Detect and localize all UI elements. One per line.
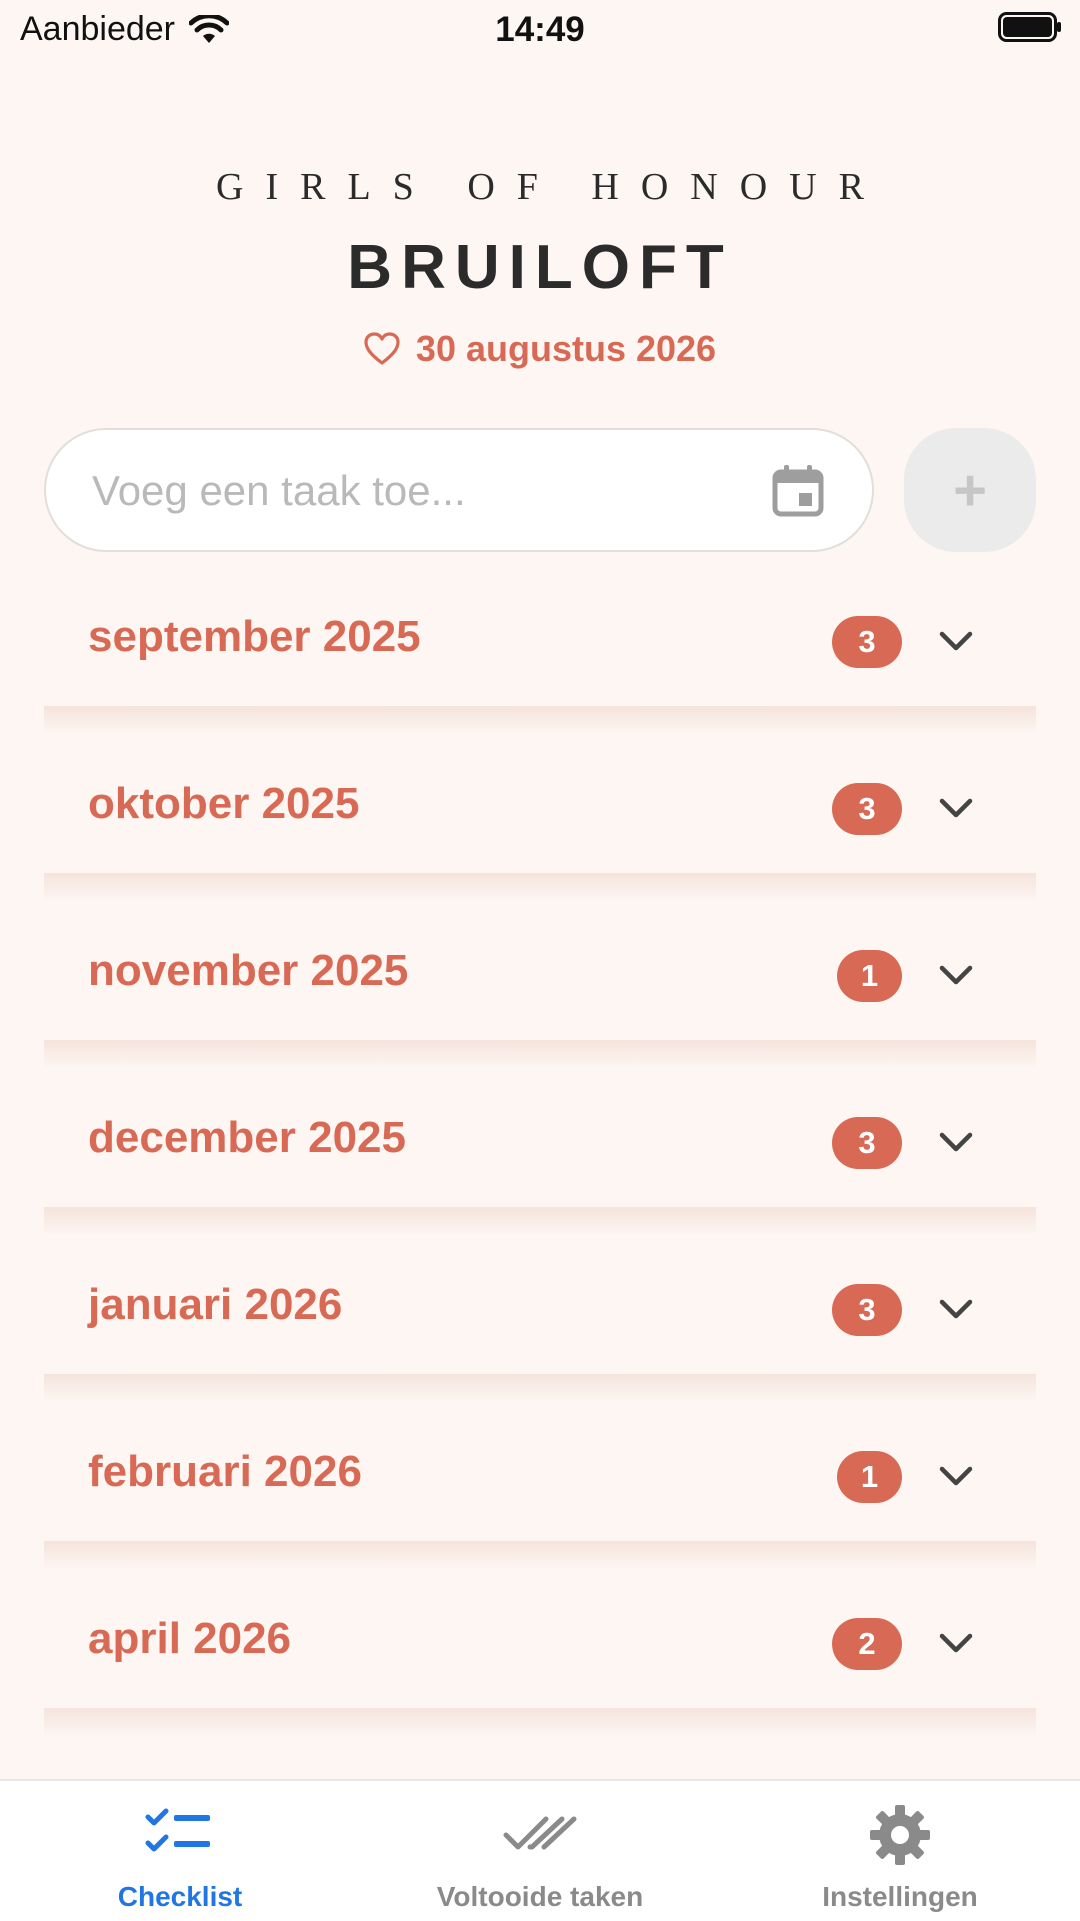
section-divider bbox=[44, 706, 1036, 734]
tab-completed-tasks[interactable]: Voltooide taken bbox=[360, 1781, 720, 1921]
month-label: februari 2026 bbox=[88, 1447, 362, 1496]
month-section: november 2025 1 bbox=[44, 910, 1036, 1077]
task-count-badge: 1 bbox=[837, 1451, 902, 1503]
month-section: september 2025 3 bbox=[44, 576, 1036, 743]
tab-bar: Checklist Voltooide taken Instellingen bbox=[0, 1779, 1080, 1921]
status-bar: Aanbieder 14:49 bbox=[0, 0, 1080, 60]
chevron-down-icon bbox=[939, 631, 973, 651]
month-label: oktober 2025 bbox=[88, 779, 360, 828]
plus-icon: + bbox=[953, 457, 987, 523]
status-time: 14:49 bbox=[495, 10, 585, 49]
month-label: november 2025 bbox=[88, 946, 409, 995]
month-section: januari 2026 3 bbox=[44, 1244, 1036, 1411]
section-divider bbox=[44, 1541, 1036, 1569]
chevron-down-icon bbox=[939, 965, 973, 985]
section-divider bbox=[44, 1040, 1036, 1068]
section-divider bbox=[44, 1708, 1036, 1736]
task-count-badge: 2 bbox=[832, 1618, 902, 1670]
month-header[interactable]: april 2026 2 bbox=[44, 1578, 1036, 1708]
task-count-badge: 3 bbox=[832, 1284, 902, 1336]
month-header[interactable]: oktober 2025 3 bbox=[44, 743, 1036, 873]
chevron-down-icon bbox=[939, 1633, 973, 1653]
tab-checklist[interactable]: Checklist bbox=[0, 1781, 360, 1921]
month-list: september 2025 3 oktober 2025 3 november… bbox=[44, 576, 1036, 1745]
month-label: december 2025 bbox=[88, 1113, 406, 1162]
month-label: april 2026 bbox=[88, 1614, 292, 1663]
tab-label: Instellingen bbox=[822, 1881, 978, 1912]
month-section: februari 2026 1 bbox=[44, 1411, 1036, 1578]
wedding-date: 30 augustus 2026 bbox=[415, 328, 717, 369]
month-section: april 2026 2 bbox=[44, 1578, 1036, 1745]
tab-settings[interactable]: Instellingen bbox=[720, 1781, 1080, 1921]
tab-label: Checklist bbox=[117, 1881, 243, 1912]
calendar-icon[interactable] bbox=[770, 462, 826, 518]
month-header[interactable]: september 2025 3 bbox=[44, 576, 1036, 706]
month-label: januari 2026 bbox=[88, 1280, 343, 1329]
chevron-down-icon bbox=[939, 1466, 973, 1486]
month-section: oktober 2025 3 bbox=[44, 743, 1036, 910]
chevron-down-icon bbox=[939, 1299, 973, 1319]
month-section: december 2025 3 bbox=[44, 1077, 1036, 1244]
add-task-button[interactable]: + bbox=[904, 428, 1036, 552]
tab-label: Voltooide taken bbox=[436, 1881, 644, 1912]
battery-icon bbox=[998, 12, 1061, 42]
wedding-date-row: 30 augustus 2026 bbox=[0, 328, 1080, 370]
month-label: september 2025 bbox=[88, 612, 421, 661]
gear-icon bbox=[870, 1805, 930, 1865]
heart-icon bbox=[364, 332, 400, 365]
brand-name: GIRLS OF HONOUR bbox=[216, 166, 886, 208]
section-divider bbox=[44, 873, 1036, 901]
task-count-badge: 3 bbox=[832, 783, 902, 835]
month-header[interactable]: februari 2026 1 bbox=[44, 1411, 1036, 1541]
task-input[interactable] bbox=[90, 430, 774, 552]
month-header[interactable]: november 2025 1 bbox=[44, 910, 1036, 1040]
task-count-badge: 3 bbox=[832, 616, 902, 668]
chevron-down-icon bbox=[939, 1132, 973, 1152]
task-count-badge: 3 bbox=[832, 1117, 902, 1169]
checklist-icon bbox=[145, 1808, 210, 1852]
section-divider bbox=[44, 1374, 1036, 1402]
task-count-badge: 1 bbox=[837, 950, 902, 1002]
month-header[interactable]: december 2025 3 bbox=[44, 1077, 1036, 1207]
page-title: BRUILOFT bbox=[347, 233, 733, 302]
chevron-down-icon bbox=[939, 798, 973, 818]
section-divider bbox=[44, 1207, 1036, 1235]
month-header[interactable]: januari 2026 3 bbox=[44, 1244, 1036, 1374]
task-input-container bbox=[44, 428, 874, 552]
double-check-icon bbox=[503, 1816, 577, 1850]
